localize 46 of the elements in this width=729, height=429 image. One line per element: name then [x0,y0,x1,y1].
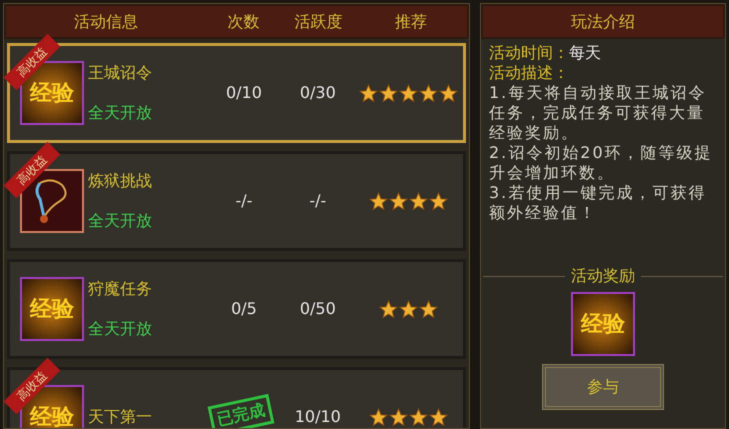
star-icon [419,84,438,102]
star-icon [419,300,438,318]
panel-title: 玩法介绍 [571,10,635,32]
count-cell-text: 0/10 [226,82,262,104]
column-header: 活跃度 [294,10,342,32]
star-icon [359,84,378,102]
activity-cell-text: 0/50 [300,298,336,320]
description-text: 2.诏令初始20环，随等级提升会增加环数。 [489,143,714,183]
star-icon [389,192,408,210]
column-header: 次数 [228,10,260,32]
open-status: 全天开放 [88,318,152,340]
description-text: 1.每天将自动接取王城诏令任务，完成任务可获得大量经验奖励。 [489,83,708,143]
star-icon [379,300,398,318]
star-icon [369,192,388,210]
star-icon [429,408,448,426]
count-cell-text: 0/5 [231,298,257,320]
activity-cell-text: 0/30 [300,82,336,104]
description-text: 3.若使用一键完成，可获得额外经验值！ [489,183,708,223]
star-icon [379,84,398,102]
activity-name: 炼狱挑战 [88,170,152,192]
activity-cell-text: -/- [309,190,326,212]
activity-name: 王城诏令 [88,62,152,84]
exp-icon: 经验 [20,277,84,341]
activity-name: 天下第一 [88,406,152,428]
star-icon [439,84,458,102]
column-header: 活动信息 [74,10,138,32]
description-label: 活动描述： [489,63,570,83]
open-status: 全天开放 [88,102,152,124]
activity-name: 狩魔任务 [88,278,152,300]
count-cell-text: -/- [235,190,252,212]
activity-time: 活动时间：每天 [489,43,602,63]
star-icon [399,84,418,102]
completed-stamp: 已完成 [208,394,274,428]
reward-title: 活动奖励 [571,265,635,287]
star-icon [399,300,418,318]
star-icon [409,192,428,210]
star-icon [369,408,388,426]
join-button[interactable]: 参与 [542,364,664,410]
star-icon [409,408,428,426]
star-icon [429,192,448,210]
column-header: 推荐 [395,10,427,32]
open-status: 全天开放 [88,210,152,232]
activity-row[interactable]: 经验 狩魔任务 全天开放 0/5 0/50 [7,259,466,359]
star-icon [389,408,408,426]
reward-exp-icon[interactable]: 经验 [571,292,635,356]
activity-cell-text: 10/10 [294,406,341,428]
